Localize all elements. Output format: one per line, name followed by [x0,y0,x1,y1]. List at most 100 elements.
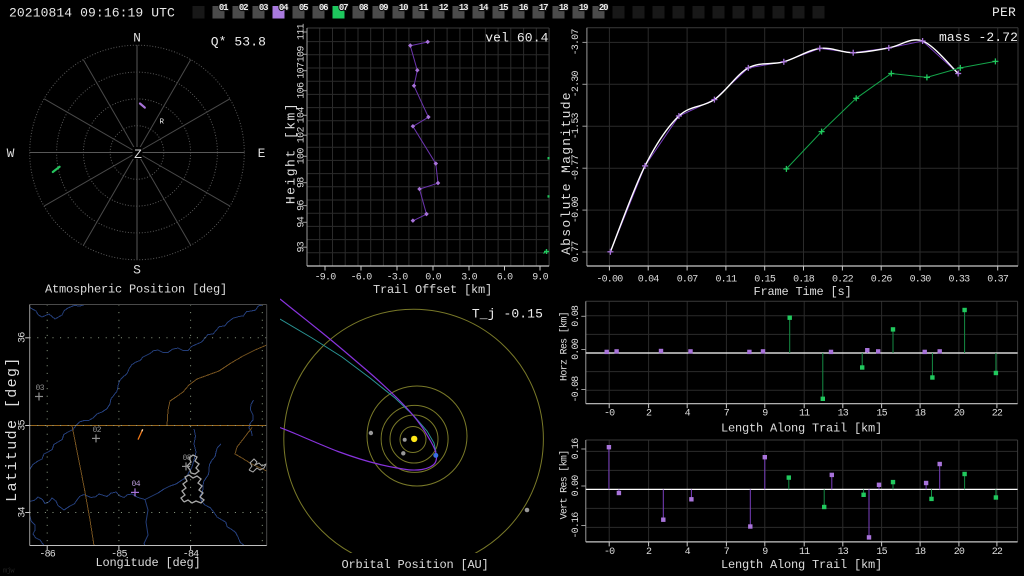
svg-text:02: 02 [239,3,248,13]
svg-text:Length Along Trail [km]: Length Along Trail [km] [721,558,882,572]
svg-text:0.07: 0.07 [677,275,699,286]
svg-text:34: 34 [18,507,29,518]
svg-text:Frame Time [s]: Frame Time [s] [753,285,851,299]
svg-text:mass -2.72: mass -2.72 [939,30,1018,45]
svg-text:Latitude [deg]: Latitude [deg] [4,356,21,502]
svg-text:03: 03 [36,384,45,393]
svg-text:0.37: 0.37 [987,275,1009,286]
svg-text:15: 15 [499,3,508,13]
svg-text:0.33: 0.33 [948,275,970,286]
svg-text:20210814 09:16:19 UTC: 20210814 09:16:19 UTC [9,6,175,21]
svg-text:10: 10 [399,3,408,13]
svg-text:2: 2 [646,547,652,558]
svg-text:04: 04 [132,480,141,489]
svg-text:0.15: 0.15 [754,275,776,286]
svg-text:0.16: 0.16 [571,438,582,460]
svg-text:R: R [160,119,165,127]
svg-text:11: 11 [799,547,810,558]
svg-text:15: 15 [876,547,887,558]
svg-text:09: 09 [379,3,388,13]
svg-text:18: 18 [559,3,568,13]
svg-text:E: E [258,146,266,161]
svg-text:Orbital Position [AU]: Orbital Position [AU] [341,558,488,572]
svg-text:4: 4 [685,409,691,420]
svg-text:Longitude [deg]: Longitude [deg] [95,556,200,570]
svg-text:0.22: 0.22 [832,275,854,286]
svg-text:06: 06 [319,3,328,13]
svg-text:2: 2 [646,409,652,420]
svg-text:17: 17 [539,3,548,13]
svg-text:0.26: 0.26 [871,275,893,286]
svg-text:106: 106 [297,82,308,99]
svg-text:05: 05 [299,3,308,13]
svg-text:Trail Offset [km]: Trail Offset [km] [373,283,492,297]
svg-text:vel 60.4: vel 60.4 [485,31,548,46]
svg-text:N: N [133,31,141,46]
svg-text:20: 20 [599,3,608,13]
svg-text:7: 7 [724,547,730,558]
svg-text:3.0: 3.0 [461,273,477,284]
svg-text:0.00: 0.00 [571,475,582,497]
svg-text:0.30: 0.30 [910,275,932,286]
svg-text:13: 13 [459,3,468,13]
svg-text:0.18: 0.18 [793,275,815,286]
svg-text:16: 16 [519,3,528,13]
svg-text:13: 13 [838,409,849,420]
svg-text:PER: PER [992,5,1016,20]
svg-text:36: 36 [18,332,29,343]
svg-text:-6.0: -6.0 [351,273,373,284]
svg-text:-0: -0 [604,547,615,558]
svg-text:111: 111 [297,23,308,40]
svg-text:-3.0: -3.0 [387,273,409,284]
svg-text:08: 08 [183,454,192,463]
svg-text:-3.07: -3.07 [571,29,582,56]
svg-text:W: W [7,146,15,161]
svg-text:6.0: 6.0 [497,273,513,284]
svg-text:Z: Z [134,147,142,162]
svg-text:Vert Res [km]: Vert Res [km] [558,450,570,519]
svg-text:Length Along Trail [km]: Length Along Trail [km] [721,422,882,436]
svg-text:-0: -0 [604,409,615,420]
svg-text:18: 18 [915,409,926,420]
svg-text:08: 08 [359,3,368,13]
svg-text:0.08: 0.08 [571,305,582,327]
svg-text:20: 20 [954,547,965,558]
svg-text:0.11: 0.11 [715,275,737,286]
svg-text:11: 11 [799,409,810,420]
svg-text:0.00: 0.00 [571,338,582,360]
svg-text:12: 12 [439,3,448,13]
svg-text:13: 13 [838,547,849,558]
svg-text:0.04: 0.04 [638,275,660,286]
svg-text:19: 19 [579,3,588,13]
svg-text:109: 109 [297,46,308,63]
svg-text:07: 07 [339,3,348,13]
svg-text:7: 7 [724,409,730,420]
svg-text:Absolute Magnitude: Absolute Magnitude [559,91,574,255]
svg-text:20: 20 [954,409,965,420]
svg-text:15: 15 [876,409,887,420]
svg-text:mjw: mjw [3,568,15,576]
svg-text:Q* 53.8: Q* 53.8 [211,35,266,50]
svg-text:22: 22 [992,409,1003,420]
svg-text:9: 9 [762,409,768,420]
svg-text:02: 02 [93,426,102,435]
svg-text:93: 93 [297,241,308,252]
svg-text:18: 18 [915,547,926,558]
svg-text:T_j -0.15: T_j -0.15 [472,307,543,322]
svg-text:-86: -86 [39,550,55,561]
svg-text:4: 4 [685,547,691,558]
svg-text:Height [km]: Height [km] [284,102,299,204]
svg-text:9: 9 [762,547,768,558]
svg-text:-0.08: -0.08 [571,376,582,403]
svg-text:107: 107 [297,62,308,79]
svg-text:0.0: 0.0 [425,273,441,284]
svg-text:Atmospheric Position [deg]: Atmospheric Position [deg] [45,283,227,297]
svg-text:S: S [133,263,141,278]
svg-text:-0.00: -0.00 [596,275,623,286]
svg-text:-0.16: -0.16 [571,512,582,539]
svg-text:-9.0: -9.0 [315,273,337,284]
svg-text:03: 03 [259,3,268,13]
svg-text:94: 94 [297,216,308,227]
svg-text:Horz Res [km]: Horz Res [km] [559,312,571,381]
svg-text:22: 22 [992,547,1003,558]
